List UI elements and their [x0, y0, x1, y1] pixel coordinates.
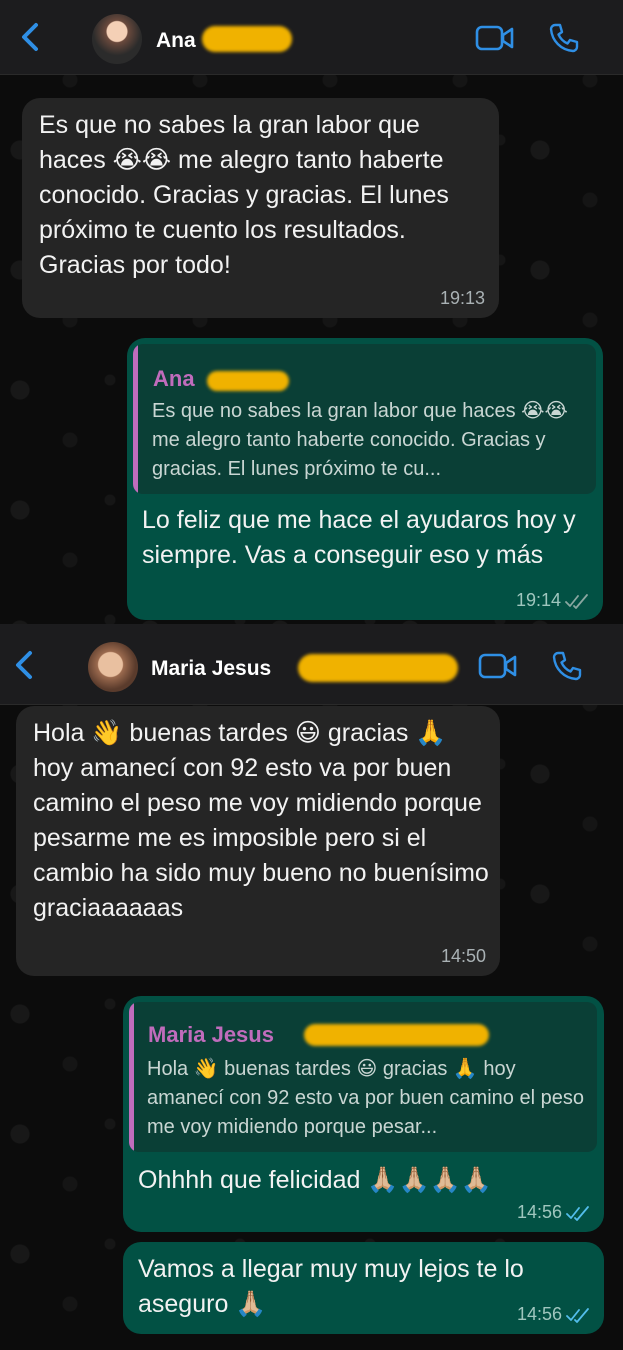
time-label: 14:50 — [440, 946, 486, 966]
redaction-mark — [207, 371, 289, 391]
chat-screen-maria-jesus: Maria Jesus Hola 👋 buenas tardes 😃 graci… — [0, 624, 623, 1350]
quoted-message[interactable]: Ana Es que no sabes la gran labor que ha… — [133, 344, 596, 494]
message-time: 14:56 — [517, 1304, 590, 1325]
double-check-icon — [566, 1205, 589, 1221]
redaction-mark — [304, 1024, 489, 1046]
contact-name[interactable]: Maria Jesus — [151, 657, 271, 681]
outgoing-message[interactable]: Vamos a llegar muy muy lejos te lo asegu… — [123, 1242, 604, 1334]
quote-text: Es que no sabes la gran labor que haces … — [152, 400, 568, 480]
video-camera-icon[interactable] — [478, 652, 518, 680]
message-time: 14:50 — [441, 946, 486, 967]
video-camera-icon[interactable] — [475, 24, 515, 52]
message-text: Es que no sabes la gran labor que haces … — [39, 111, 449, 279]
time-label: 14:56 — [516, 1202, 562, 1222]
time-label: 19:14 — [515, 590, 561, 610]
incoming-message[interactable]: Hola 👋 buenas tardes 😃 gracias 🙏 hoy ama… — [16, 706, 500, 976]
message-time: 14:56 — [517, 1202, 590, 1223]
quote-bar — [133, 344, 138, 494]
chat-header: Maria Jesus — [0, 624, 623, 705]
chat-screen-ana: Ana Es que no sabes la gran labor que ha… — [0, 0, 623, 624]
quote-text: Hola 👋 buenas tardes 😃 gracias 🙏 hoy ama… — [147, 1058, 584, 1138]
message-time: 19:13 — [440, 288, 485, 309]
quoted-message[interactable]: Maria Jesus Hola 👋 buenas tardes 😃 graci… — [129, 1002, 597, 1152]
outgoing-reply-message[interactable]: Maria Jesus Hola 👋 buenas tardes 😃 graci… — [123, 996, 604, 1232]
time-label: 14:56 — [516, 1304, 562, 1324]
contact-name[interactable]: Ana — [156, 29, 196, 53]
phone-icon[interactable] — [551, 650, 583, 682]
redaction-mark — [298, 654, 458, 682]
message-text: Ohhhh que felicidad 🙏🏼🙏🏼🙏🏼🙏🏼 — [138, 1166, 492, 1194]
quote-bar — [129, 1002, 134, 1152]
message-text: Hola 👋 buenas tardes 😃 gracias 🙏 hoy ama… — [33, 719, 489, 922]
time-label: 19:13 — [439, 288, 485, 308]
quote-author: Ana — [153, 366, 195, 391]
double-check-icon — [566, 1307, 589, 1323]
message-text: Lo feliz que me hace el ayudaros hoy y s… — [142, 506, 576, 569]
quote-author: Maria Jesus — [148, 1022, 274, 1047]
avatar[interactable] — [92, 14, 142, 64]
message-time: 19:14 — [516, 590, 589, 611]
chevron-left-icon[interactable] — [12, 650, 38, 680]
chat-header: Ana — [0, 0, 623, 75]
phone-icon[interactable] — [548, 22, 580, 54]
chevron-left-icon[interactable] — [18, 22, 44, 52]
avatar[interactable] — [88, 642, 138, 692]
redaction-mark — [202, 26, 292, 52]
double-check-icon — [565, 593, 588, 609]
outgoing-reply-message[interactable]: Ana Es que no sabes la gran labor que ha… — [127, 338, 603, 620]
incoming-message[interactable]: Es que no sabes la gran labor que haces … — [22, 98, 499, 318]
